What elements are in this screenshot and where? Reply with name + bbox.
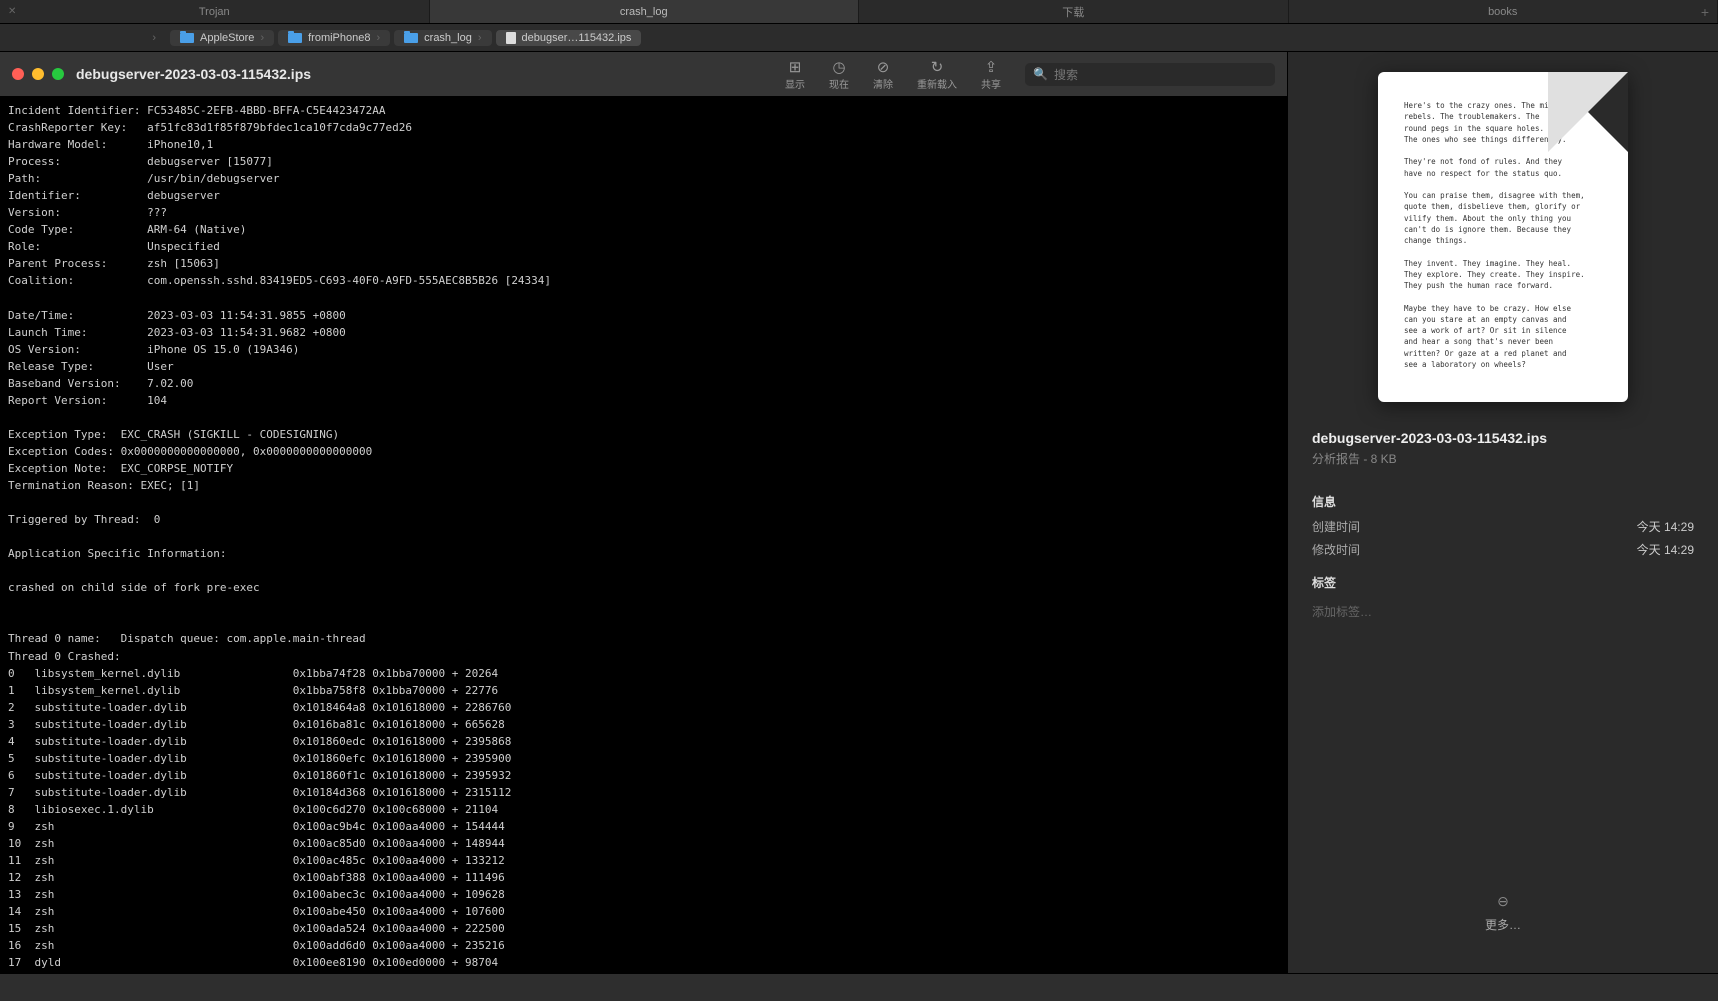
path-segment-file[interactable]: debugser…115432.ips — [496, 30, 642, 46]
window-tab-crashlog[interactable]: crash_log — [430, 0, 860, 23]
folder-icon — [180, 33, 194, 43]
created-row: 创建时间 今天 14:29 — [1312, 518, 1694, 535]
path-segment-crashlog[interactable]: crash_log › — [394, 30, 491, 46]
chevron-right-icon: › — [478, 32, 482, 44]
path-label: fromiPhone8 — [308, 32, 370, 44]
traffic-lights — [12, 68, 64, 80]
more-area: ⊖ 更多… — [1312, 893, 1694, 953]
tab-label: books — [1488, 6, 1517, 18]
console-header: debugserver-2023-03-03-115432.ips ⊞ 显示 ◷… — [0, 52, 1287, 96]
path-segment-applestore[interactable]: AppleStore › — [170, 30, 274, 46]
tab-label: crash_log — [620, 6, 668, 18]
path-bar: › AppleStore › fromiPhone8 › crash_log ›… — [0, 24, 1718, 52]
chevron-right-icon: › — [260, 32, 264, 44]
window-tab-books[interactable]: books + — [1289, 0, 1718, 23]
path-label: AppleStore — [200, 32, 254, 44]
display-button[interactable]: ⊞ 显示 — [773, 58, 817, 91]
path-label: crash_log — [424, 32, 472, 44]
footer-bar — [0, 973, 1718, 1001]
main-area: debugserver-2023-03-03-115432.ips ⊞ 显示 ◷… — [0, 52, 1718, 973]
tab-label: 下载 — [1062, 4, 1084, 20]
file-icon — [506, 32, 516, 44]
close-window-button[interactable] — [12, 68, 24, 80]
inspector-filename: debugserver-2023-03-03-115432.ips — [1312, 430, 1694, 446]
close-icon[interactable]: ✕ — [8, 6, 16, 17]
page-fold-icon — [1548, 72, 1628, 152]
tags-input[interactable]: 添加标签… — [1312, 603, 1694, 620]
modified-label: 修改时间 — [1312, 541, 1360, 558]
search-input[interactable]: 🔍 搜索 — [1025, 63, 1275, 86]
window-tabs: ✕ Trojan crash_log 下载 books + — [0, 0, 1718, 24]
path-segment-fromiphone8[interactable]: fromiPhone8 › — [278, 30, 390, 46]
search-placeholder: 搜索 — [1054, 66, 1078, 83]
console-panel: debugserver-2023-03-03-115432.ips ⊞ 显示 ◷… — [0, 52, 1288, 973]
add-tab-icon[interactable]: + — [1701, 4, 1709, 20]
window-tab-trojan[interactable]: ✕ Trojan — [0, 0, 430, 23]
toolbar-label: 现在 — [829, 76, 849, 91]
created-value: 今天 14:29 — [1637, 518, 1694, 535]
toolbar-label: 共享 — [981, 76, 1001, 91]
chevron-right-icon: › — [376, 32, 380, 44]
share-icon: ⇪ — [985, 58, 998, 76]
folder-icon — [404, 33, 418, 43]
now-button[interactable]: ◷ 现在 — [817, 58, 861, 91]
minimize-window-button[interactable] — [32, 68, 44, 80]
reload-button[interactable]: ↻ 重新载入 — [905, 58, 969, 91]
path-segment-root[interactable]: › — [6, 30, 166, 46]
display-icon: ⊞ — [789, 58, 802, 76]
window-tab-downloads[interactable]: 下载 — [859, 0, 1289, 23]
toolbar: ⊞ 显示 ◷ 现在 ⊘ 清除 ↻ 重新载入 ⇪ 共享 — [773, 58, 1275, 91]
path-label: debugser…115432.ips — [522, 32, 632, 44]
toolbar-label: 显示 — [785, 76, 805, 91]
folder-icon — [288, 33, 302, 43]
toolbar-label: 重新载入 — [917, 76, 957, 91]
more-button[interactable]: 更多… — [1312, 916, 1694, 933]
chevron-right-icon: › — [152, 32, 156, 44]
console-body[interactable]: Incident Identifier: FC53485C-2EFB-4BBD-… — [0, 96, 1287, 973]
clear-icon: ⊘ — [877, 58, 890, 76]
inspector-panel: Here's to the crazy ones. The misfits. T… — [1288, 52, 1718, 973]
modified-row: 修改时间 今天 14:29 — [1312, 541, 1694, 558]
modified-value: 今天 14:29 — [1637, 541, 1694, 558]
clock-icon: ◷ — [832, 58, 845, 76]
tab-label: Trojan — [199, 6, 230, 18]
file-preview[interactable]: Here's to the crazy ones. The misfits. T… — [1378, 72, 1628, 402]
search-icon: 🔍 — [1033, 67, 1048, 81]
created-label: 创建时间 — [1312, 518, 1360, 535]
console-title: debugserver-2023-03-03-115432.ips — [76, 66, 311, 82]
info-section-label: 信息 — [1312, 493, 1694, 510]
toolbar-label: 清除 — [873, 76, 893, 91]
inspector-subtitle: 分析报告 - 8 KB — [1312, 450, 1694, 467]
share-button[interactable]: ⇪ 共享 — [969, 58, 1013, 91]
more-icon[interactable]: ⊖ — [1312, 893, 1694, 910]
reload-icon: ↻ — [931, 58, 944, 76]
maximize-window-button[interactable] — [52, 68, 64, 80]
tags-section-label: 标签 — [1312, 574, 1694, 591]
clear-button[interactable]: ⊘ 清除 — [861, 58, 905, 91]
